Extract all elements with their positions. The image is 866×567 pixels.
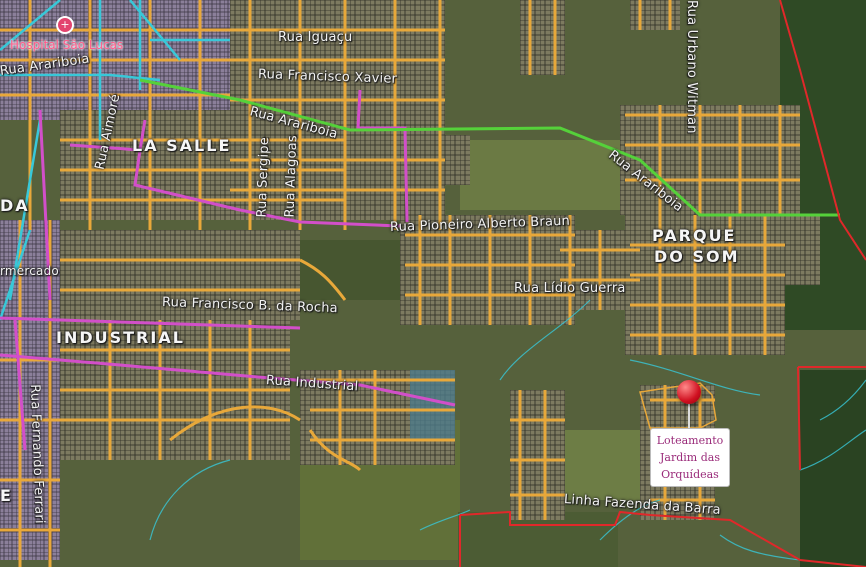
neighborhood-label: E xyxy=(0,486,13,505)
block-area xyxy=(510,390,565,520)
street-label: Rua Alagoas xyxy=(282,134,301,218)
forest-patch xyxy=(800,370,866,567)
map-canvas xyxy=(0,0,866,567)
neighborhood-label: LA SALLE xyxy=(132,136,232,155)
neighborhood-label: DA xyxy=(0,196,30,215)
pin-needle xyxy=(688,400,690,428)
neighborhood-label: DO SOM xyxy=(654,247,740,266)
neighborhood-label: INDUSTRIAL xyxy=(56,328,185,347)
street-label: Rua Lídio Guerra xyxy=(514,281,626,296)
poi-label[interactable]: Hospital São Lucas xyxy=(10,38,123,52)
medical-cross-icon[interactable]: + xyxy=(56,16,74,34)
block-area xyxy=(780,215,820,285)
satellite-map[interactable]: + Hospital São Lucas LA SALLE INDUSTRIAL… xyxy=(0,0,866,567)
street-label: Rua Urbano Witman xyxy=(684,0,699,134)
field-patch xyxy=(460,140,620,210)
callout-line: Orquídeas xyxy=(661,468,719,481)
map-pin-icon[interactable] xyxy=(677,380,701,404)
street-label: Rua Iguaçu xyxy=(278,30,353,45)
field-patch xyxy=(458,512,618,567)
pin-callout[interactable]: Loteamento Jardim das Orquídeas xyxy=(650,428,730,487)
callout-line: Loteamento xyxy=(656,434,724,447)
street-label: rmercado xyxy=(0,264,59,278)
neighborhood-label: PARQUE xyxy=(652,226,737,245)
street-label: Rua Sergipe xyxy=(254,136,273,218)
block-area xyxy=(620,105,800,215)
block-area xyxy=(520,0,565,75)
block-area xyxy=(630,0,680,30)
callout-line: Jardim das xyxy=(660,451,720,464)
